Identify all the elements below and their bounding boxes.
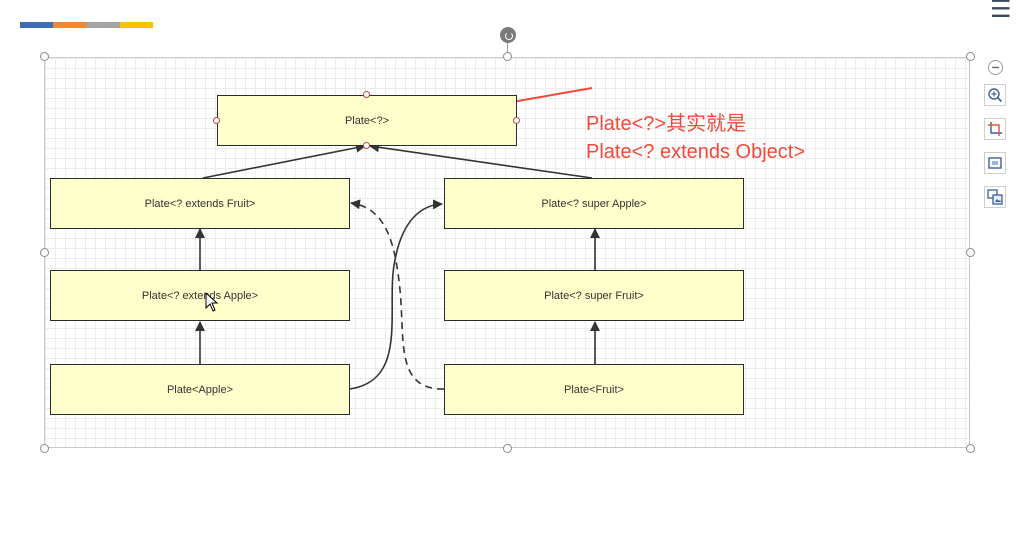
node-handle-right[interactable] (513, 117, 520, 124)
annotation-line-2: Plate<? extends Object> (586, 141, 806, 163)
edge-apple-to-super-apple (349, 199, 443, 390)
node-plate-wildcard-label: Plate<?> (344, 114, 390, 127)
node-plate-extends-fruit-label: Plate<? extends Fruit> (144, 197, 256, 210)
replace-image-icon (987, 189, 1003, 205)
annotation-text: Plate<?>其实就是 Plate<? extends Object> (586, 110, 805, 166)
node-plate-apple[interactable]: Plate<Apple> (50, 364, 350, 415)
edge-super-apple-to-root (369, 142, 593, 179)
edge-fruit-to-extends-fruit (350, 199, 445, 390)
node-plate-super-fruit[interactable]: Plate<? super Fruit> (444, 270, 744, 321)
node-plate-extends-apple[interactable]: Plate<? extends Apple> (50, 270, 350, 321)
node-plate-apple-label: Plate<Apple> (166, 383, 234, 396)
node-plate-wildcard[interactable]: Plate<?> (217, 95, 517, 146)
node-plate-extends-fruit[interactable]: Plate<? extends Fruit> (50, 178, 350, 229)
node-handle-bottom[interactable] (363, 142, 370, 149)
node-handle-left[interactable] (213, 117, 220, 124)
fit-frame-icon (988, 157, 1002, 169)
node-plate-extends-apple-label: Plate<? extends Apple> (141, 289, 259, 302)
zoom-in-button[interactable] (984, 84, 1006, 106)
node-handle-top[interactable] (363, 91, 370, 98)
zoom-in-icon (988, 88, 1003, 103)
crop-icon (988, 122, 1002, 136)
annotation-line-1: Plate<?>其实就是 (586, 113, 747, 135)
node-plate-super-apple-label: Plate<? super Apple> (541, 197, 647, 210)
edge-extends-fruit-to-root (202, 142, 366, 179)
fit-frame-button[interactable] (984, 152, 1006, 174)
node-plate-fruit-label: Plate<Fruit> (564, 383, 624, 396)
minus-icon (992, 66, 999, 69)
node-plate-super-fruit-label: Plate<? super Fruit> (544, 289, 644, 302)
mouse-cursor-icon (205, 292, 219, 312)
collapse-toolbar-button[interactable] (988, 60, 1003, 75)
node-plate-fruit[interactable]: Plate<Fruit> (444, 364, 744, 415)
node-plate-super-apple[interactable]: Plate<? super Apple> (444, 178, 744, 229)
crop-button[interactable] (984, 118, 1006, 140)
diagram-connectors (195, 87, 600, 390)
replace-image-button[interactable] (984, 186, 1006, 208)
